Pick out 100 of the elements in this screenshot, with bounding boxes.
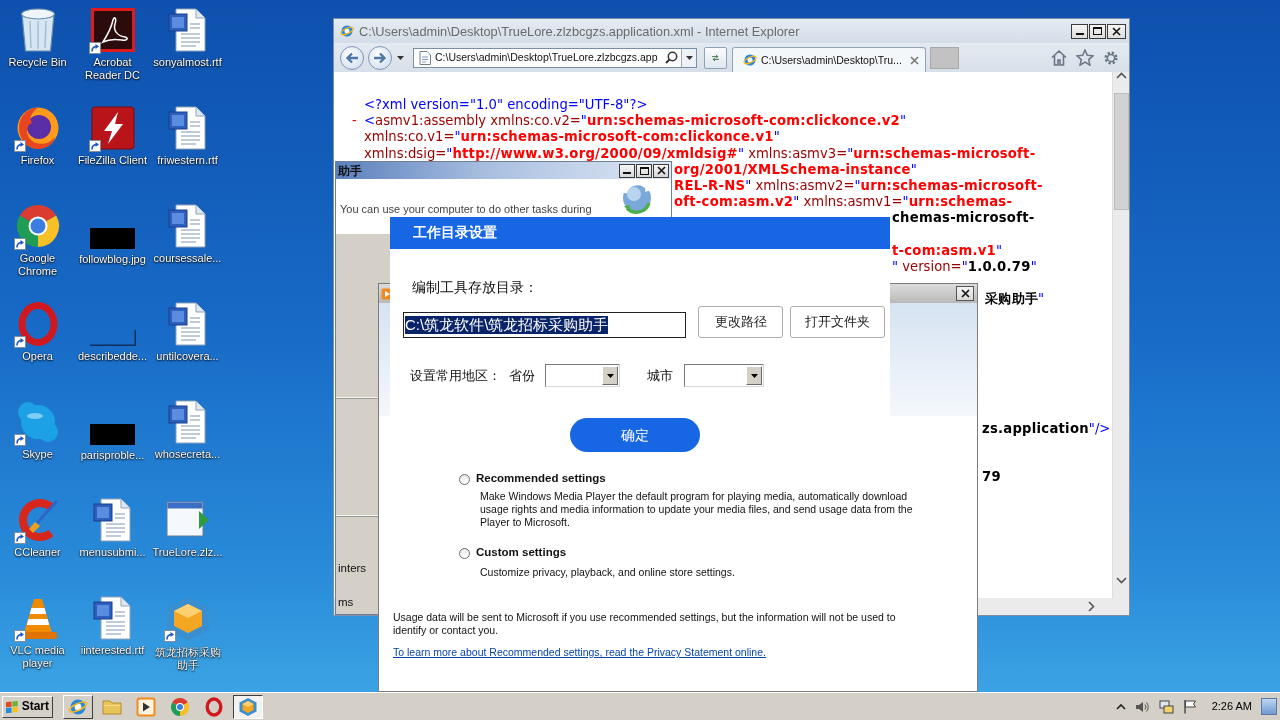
close-button[interactable] [1107, 23, 1126, 39]
option-label[interactable]: Custom settings [476, 546, 567, 560]
home-icon[interactable] [1050, 49, 1068, 66]
province-select[interactable] [545, 364, 620, 387]
icon-label[interactable]: Acrobat Reader DC [75, 56, 150, 82]
icon-label[interactable]: Firefox [20, 154, 55, 167]
field-label: 城市 [647, 367, 673, 384]
path-text: C:\筑龙软件\筑龙招标采购助手 [405, 316, 609, 334]
maximize-icon [639, 166, 649, 175]
document-icon[interactable] [92, 498, 133, 542]
back-button[interactable] [340, 45, 364, 70]
swap-button[interactable] [704, 46, 727, 69]
chevron-up-icon[interactable] [1115, 72, 1127, 79]
horizontal-scrollbar[interactable] [978, 598, 1129, 615]
icon-label[interactable]: Skype [22, 448, 53, 461]
scrollbar-thumb[interactable] [1113, 93, 1129, 210]
icon-label[interactable]: followblog.jpg [79, 253, 146, 266]
browser-tab[interactable]: C:\Users\admin\Desktop\Tru... [732, 47, 926, 72]
icon-label[interactable]: parisproble... [80, 449, 145, 462]
xml-line: <?xml version="1.0" encoding="UTF-8"?> [364, 97, 648, 114]
segmented-circle-icon[interactable] [15, 204, 60, 248]
document-icon[interactable] [167, 302, 208, 346]
privacy-link[interactable]: To learn more about Recommended settings, read the Privacy Statement online. [393, 646, 766, 659]
cube-icon[interactable] [164, 596, 211, 642]
icon-label[interactable]: untilcovera... [156, 350, 219, 363]
xml-line: org/2001/XMLSchema-instance" [674, 161, 917, 178]
caret-down-icon[interactable] [397, 55, 404, 60]
vertical-scrollbar[interactable] [1112, 72, 1129, 598]
icon-label[interactable]: Recycle Bin [8, 56, 67, 69]
ring-icon[interactable] [17, 302, 58, 346]
chevron-down-icon[interactable] [1115, 577, 1127, 584]
recycle-bin-icon[interactable] [19, 8, 56, 52]
xml-line: 79 [982, 469, 1001, 486]
change-path-button[interactable]: 更改路径 [698, 306, 783, 338]
start-button[interactable]: Start [2, 695, 53, 718]
document-icon[interactable] [167, 106, 208, 150]
search-icon[interactable] [665, 51, 678, 64]
ring-icon[interactable] [204, 696, 224, 717]
close-button[interactable] [653, 163, 669, 178]
icon-label[interactable]: Google Chrome [0, 252, 75, 278]
flag-icon[interactable] [1182, 699, 1197, 714]
bolt-tile-icon[interactable] [90, 106, 135, 150]
image-thumbnail[interactable] [89, 330, 136, 346]
icon-label[interactable]: whosecreta... [154, 448, 221, 461]
star-icon[interactable] [1076, 49, 1094, 66]
icon-label[interactable]: VLC media player [0, 644, 75, 670]
minimize-button[interactable] [619, 163, 635, 178]
address-dropdown-button[interactable] [681, 48, 696, 67]
icon-label[interactable]: iinterested.rtf [80, 644, 145, 657]
segmented-circle-icon[interactable] [170, 696, 190, 717]
speaker-icon[interactable] [1134, 699, 1150, 714]
icon-label[interactable]: describedde... [77, 350, 148, 363]
open-folder-button[interactable]: 打开文件夹 [790, 306, 885, 338]
forward-button[interactable] [368, 45, 392, 70]
field-label: 编制工具存放目录： [412, 278, 538, 297]
fox-globe-icon[interactable] [15, 106, 60, 150]
confirm-button[interactable]: 确定 [570, 418, 700, 452]
option-label[interactable]: Recommended settings [476, 472, 606, 486]
path-field[interactable]: C:\筑龙软件\筑龙招标采购助手 [403, 312, 686, 338]
image-thumbnail[interactable] [90, 228, 135, 249]
arrow-right-icon [373, 51, 387, 64]
icon-label[interactable]: FileZilla Client [77, 154, 148, 167]
document-icon[interactable] [167, 204, 208, 248]
address-field[interactable]: C:\Users\admin\Desktop\TrueLore.zlzbcgzs.app [413, 47, 697, 68]
xml-line: t-com:asm.v1" [892, 242, 1003, 259]
maximize-icon [1093, 27, 1102, 35]
document-icon[interactable] [167, 400, 208, 444]
option-description: Make Windows Media Player the default program for playing media, automatically download usage rights and media information to update your media files, and send usage data from the Player to Microsoft. [480, 490, 914, 529]
document-icon[interactable] [167, 8, 208, 52]
taskbar-button[interactable] [233, 694, 263, 719]
collapse-toggle[interactable]: - [352, 113, 364, 130]
radio-button[interactable] [459, 473, 470, 485]
maximize-button[interactable] [636, 163, 652, 178]
orbit-globe-icon [743, 53, 757, 67]
usage-notice: Usage data will be sent to Microsoft if you use recommended settings, but the information will not be used to identify or contact you. [393, 611, 897, 637]
play-tile-icon[interactable] [136, 696, 156, 717]
close-button[interactable] [956, 286, 974, 301]
icon-label[interactable]: TrueLore.zlz... [152, 546, 223, 559]
clock-time[interactable]: 2:26 AM [1211, 699, 1252, 714]
icon-label[interactable]: coursessale... [153, 252, 222, 265]
icon-label[interactable]: menusubmi... [79, 546, 146, 559]
network-icon[interactable] [1158, 699, 1174, 714]
image-thumbnail[interactable] [90, 424, 135, 445]
city-select[interactable] [684, 364, 764, 387]
icon-label[interactable]: friwestern.rtf [157, 154, 218, 167]
page-icon [419, 50, 431, 65]
close-icon[interactable] [910, 55, 919, 65]
show-desktop-button[interactable] [1261, 698, 1277, 715]
icon-label[interactable]: sonyalmost.rtf [153, 56, 222, 69]
icon-label[interactable]: Opera [22, 350, 53, 363]
radio-button[interactable] [459, 547, 470, 559]
minimize-button[interactable] [1071, 23, 1088, 39]
orbit-globe-icon [340, 24, 354, 38]
cloud-icon[interactable] [15, 400, 60, 444]
chevron-right-icon[interactable] [1088, 601, 1095, 612]
swirl-tile-icon[interactable] [90, 8, 135, 52]
icon-label[interactable]: CCleaner [14, 546, 61, 559]
chevron-up-icon[interactable] [1115, 703, 1126, 710]
maximize-button[interactable] [1089, 23, 1106, 39]
document-icon[interactable] [92, 596, 133, 640]
